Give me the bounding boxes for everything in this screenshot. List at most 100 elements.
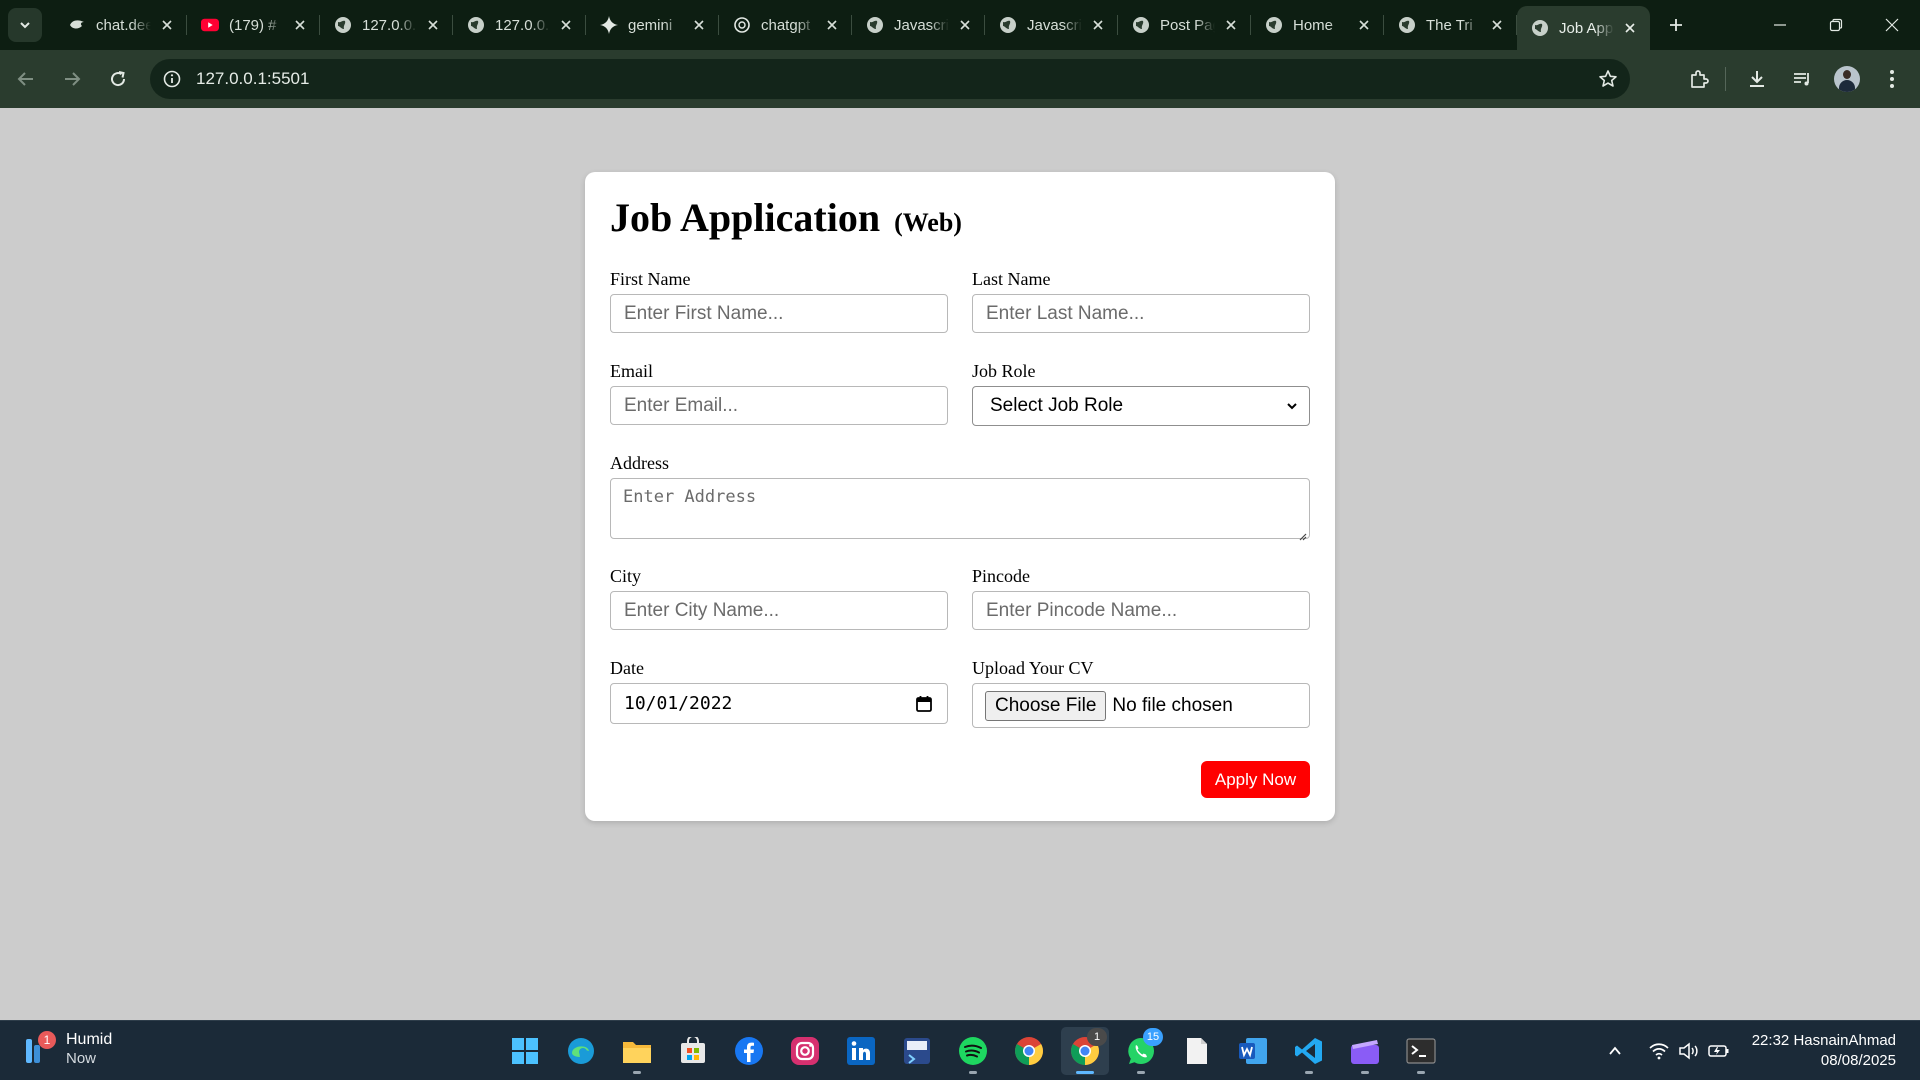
close-icon[interactable]: [423, 15, 443, 35]
window-controls: [1752, 0, 1920, 50]
close-icon[interactable]: [822, 15, 842, 35]
forward-button[interactable]: [52, 59, 92, 99]
tab[interactable]: 127.0.0.1: [453, 0, 586, 50]
instagram-app[interactable]: [781, 1027, 829, 1075]
date-value: 10/01/2022: [624, 693, 733, 714]
apply-now-button[interactable]: Apply Now: [1201, 761, 1310, 798]
file-icon: [1187, 1038, 1207, 1064]
whatsapp-app[interactable]: 15: [1117, 1027, 1165, 1075]
edge-app[interactable]: [557, 1027, 605, 1075]
last-name-input[interactable]: [972, 294, 1310, 333]
chrome-profile-app[interactable]: 1: [1061, 1027, 1109, 1075]
browser-toolbar: 127.0.0.1:5501: [0, 50, 1920, 108]
notepad-app[interactable]: [1173, 1027, 1221, 1075]
linkedin-app[interactable]: [837, 1027, 885, 1075]
close-icon[interactable]: [556, 15, 576, 35]
menu-button[interactable]: [1872, 59, 1912, 99]
store-icon: [681, 1037, 705, 1063]
close-icon[interactable]: [1221, 15, 1241, 35]
clipchamp-icon: [1351, 1040, 1379, 1064]
puzzle-icon: [1691, 70, 1709, 88]
date-input[interactable]: 10/01/2022: [610, 683, 948, 724]
downloads-button[interactable]: [1737, 59, 1777, 99]
arrow-right-icon: [65, 72, 81, 86]
close-icon[interactable]: [290, 15, 310, 35]
tab[interactable]: The Tri: [1384, 0, 1517, 50]
running-indicator: [1137, 1071, 1145, 1074]
tab[interactable]: Javascript: [852, 0, 985, 50]
tab[interactable]: Home: [1251, 0, 1384, 50]
tab[interactable]: Javascript: [985, 0, 1118, 50]
email-input[interactable]: [610, 386, 948, 425]
battery-button[interactable]: [1706, 1038, 1732, 1064]
clipchamp-app[interactable]: [1341, 1027, 1389, 1075]
chatgpt-icon: [733, 16, 751, 34]
calendar-icon[interactable]: [915, 695, 933, 713]
weather-widget[interactable]: 1 Humid Now: [22, 1030, 112, 1068]
terminal-app[interactable]: [1397, 1027, 1445, 1075]
devtoys-app[interactable]: [893, 1027, 941, 1075]
form-subtitle: (Web): [894, 208, 962, 237]
extensions-button[interactable]: [1679, 59, 1719, 99]
close-icon[interactable]: [689, 15, 709, 35]
download-icon: [1750, 71, 1764, 87]
address-bar[interactable]: 127.0.0.1:5501: [150, 59, 1630, 99]
resize-grip-icon[interactable]: [1297, 531, 1307, 541]
file-explorer-app[interactable]: [613, 1027, 661, 1075]
store-app[interactable]: [669, 1027, 717, 1075]
tab-active[interactable]: Job Application: [1517, 6, 1650, 50]
new-tab-button[interactable]: [1658, 7, 1694, 43]
close-icon[interactable]: [157, 15, 177, 35]
start-button[interactable]: [501, 1027, 549, 1075]
close-icon[interactable]: [1354, 15, 1374, 35]
tab-search-button[interactable]: [8, 8, 42, 42]
plus-icon: [1670, 19, 1682, 31]
volume-button[interactable]: [1676, 1038, 1702, 1064]
word-app[interactable]: [1229, 1027, 1277, 1075]
profile-button[interactable]: [1827, 59, 1867, 99]
show-hidden-icons-button[interactable]: [1602, 1038, 1628, 1064]
close-icon[interactable]: [1487, 15, 1507, 35]
reload-icon: [111, 71, 126, 87]
bookmark-star-button[interactable]: [1596, 67, 1620, 91]
city-input[interactable]: [610, 591, 948, 630]
app-badge: 15: [1143, 1028, 1163, 1046]
choose-file-button[interactable]: Choose File: [985, 690, 1107, 721]
facebook-app[interactable]: [725, 1027, 773, 1075]
city-field: City: [610, 566, 948, 630]
close-window-button[interactable]: [1864, 0, 1920, 50]
back-button[interactable]: [6, 59, 46, 99]
pincode-input[interactable]: [972, 591, 1310, 630]
tab[interactable]: chat.deepseek.com: [54, 0, 187, 50]
clock-time: 22:32: [1751, 1032, 1790, 1049]
reload-button[interactable]: [98, 59, 138, 99]
tab-title: Javascript: [1027, 16, 1082, 34]
email-label: Email: [610, 361, 653, 381]
chrome-icon: [1015, 1037, 1043, 1065]
site-info-button[interactable]: [152, 59, 192, 99]
close-icon[interactable]: [1620, 18, 1640, 38]
tab-title: gemini: [628, 16, 673, 34]
tab[interactable]: chatgpt: [719, 0, 852, 50]
spotify-app[interactable]: [949, 1027, 997, 1075]
tab-title: Post Page: [1160, 16, 1215, 34]
minimize-button[interactable]: [1752, 0, 1808, 50]
tab[interactable]: 127.0.0.1: [320, 0, 453, 50]
job-role-select[interactable]: Select Job Role: [972, 386, 1310, 426]
vscode-app[interactable]: [1285, 1027, 1333, 1075]
tab[interactable]: (179) #: [187, 0, 320, 50]
first-name-input[interactable]: [610, 294, 948, 333]
close-icon[interactable]: [1088, 15, 1108, 35]
tab[interactable]: gemini: [586, 0, 719, 50]
address-textarea[interactable]: [610, 478, 1310, 539]
restore-button[interactable]: [1808, 0, 1864, 50]
chrome-app[interactable]: [1005, 1027, 1053, 1075]
tab[interactable]: Post Page: [1118, 0, 1251, 50]
cv-file-input[interactable]: Choose File No file chosen: [972, 683, 1310, 728]
close-icon[interactable]: [955, 15, 975, 35]
date-label: Date: [610, 658, 644, 678]
wifi-button[interactable]: [1646, 1038, 1672, 1064]
clock-user: HasnainAhmad: [1793, 1032, 1896, 1049]
clock[interactable]: 22:32 HasnainAhmad 08/08/2025: [1752, 1031, 1896, 1071]
media-control-button[interactable]: [1782, 59, 1822, 99]
